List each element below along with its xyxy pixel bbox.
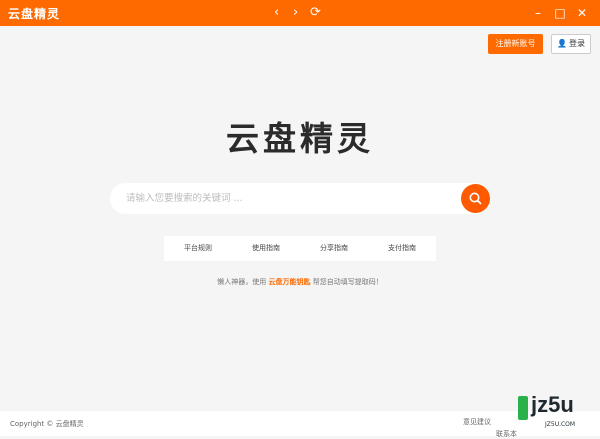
hint-prefix: 懒人神器，使用 bbox=[217, 278, 267, 286]
watermark-text: jz5u bbox=[531, 392, 574, 417]
refresh-icon[interactable]: ⟳ bbox=[310, 4, 321, 22]
guide-links-bar: 平台规则 使用指南 分享指南 支付指南 bbox=[164, 236, 436, 261]
user-icon: 👤 bbox=[557, 39, 567, 48]
app-logo: 云盘精灵 bbox=[226, 119, 374, 158]
minimize-icon[interactable]: – bbox=[530, 4, 546, 22]
back-icon[interactable]: ‹ bbox=[274, 4, 279, 22]
app-title: 云盘精灵 bbox=[8, 7, 61, 21]
copyright-text: Copyright © 云盘精灵 bbox=[10, 420, 84, 428]
login-button[interactable]: 👤 登录 bbox=[551, 34, 591, 54]
contact-link[interactable]: 联系本 bbox=[496, 429, 517, 439]
link-platform-rules[interactable]: 平台规则 bbox=[164, 236, 232, 261]
title-bar: 云盘精灵 ‹ › ⟳ – □ ✕ bbox=[0, 0, 600, 26]
link-usage-guide[interactable]: 使用指南 bbox=[232, 236, 300, 261]
search-box bbox=[110, 183, 490, 214]
watermark-subtext: JZ5U.COM bbox=[545, 421, 576, 428]
search-icon bbox=[469, 192, 482, 205]
close-icon[interactable]: ✕ bbox=[574, 4, 590, 22]
hint-suffix: 帮您自动填写提取码！ bbox=[312, 278, 383, 286]
login-label: 登录 bbox=[568, 39, 585, 48]
register-button[interactable]: 注册新账号 bbox=[488, 34, 543, 54]
link-payment-guide[interactable]: 支付指南 bbox=[368, 236, 436, 261]
feedback-link[interactable]: 意见建议 bbox=[463, 417, 491, 427]
link-share-guide[interactable]: 分享指南 bbox=[300, 236, 368, 261]
watermark-logo-mark bbox=[518, 396, 528, 420]
footer: Copyright © 云盘精灵 意见建议 联系本 bbox=[0, 411, 600, 439]
forward-icon[interactable]: › bbox=[293, 4, 298, 22]
search-input[interactable] bbox=[126, 183, 456, 214]
universal-key-link[interactable]: 云盘万能钥匙 bbox=[269, 278, 311, 286]
hint-text: 懒人神器，使用 云盘万能钥匙 帮您自动填写提取码！ bbox=[0, 277, 600, 287]
maximize-icon[interactable]: □ bbox=[552, 4, 568, 22]
search-button[interactable] bbox=[461, 184, 490, 213]
